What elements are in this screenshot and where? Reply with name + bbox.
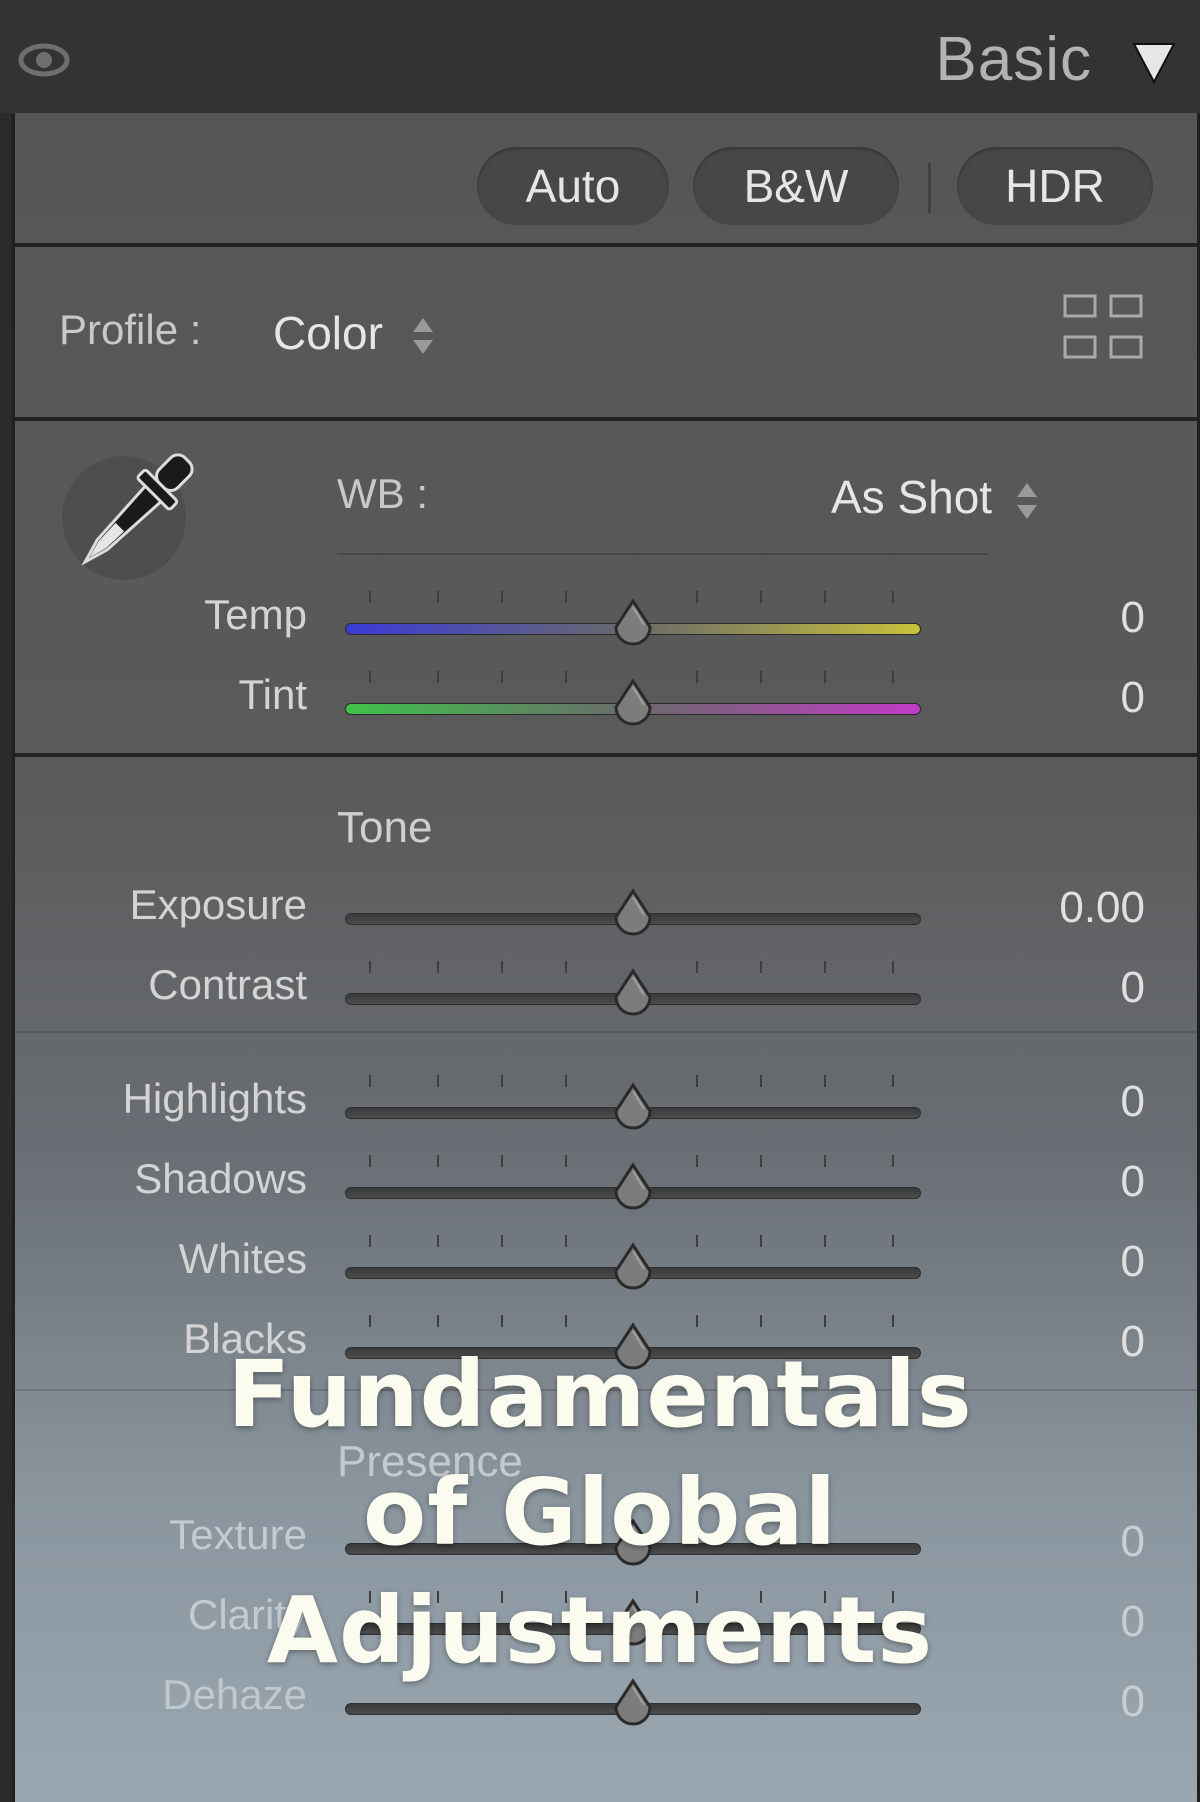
whites-slider[interactable] bbox=[345, 1231, 921, 1301]
tint-thumb[interactable] bbox=[610, 677, 656, 733]
whites-value[interactable]: 0 bbox=[945, 1237, 1145, 1287]
overlay-title: Fundamentals of Global Adjustments bbox=[0, 1336, 1200, 1690]
contrast-thumb[interactable] bbox=[610, 967, 656, 1023]
eyedropper-icon[interactable] bbox=[59, 438, 209, 588]
tint-value[interactable]: 0 bbox=[945, 673, 1145, 723]
wb-underline bbox=[337, 553, 987, 555]
contrast-value[interactable]: 0 bbox=[945, 963, 1145, 1013]
bw-button[interactable]: B&W bbox=[693, 147, 899, 225]
overlay-line-3: Adjustments bbox=[266, 1577, 934, 1684]
shadows-slider[interactable] bbox=[345, 1151, 921, 1221]
updown-stepper-icon[interactable] bbox=[1015, 481, 1039, 521]
section-divider bbox=[15, 753, 1197, 757]
panel-header[interactable]: Basic bbox=[0, 0, 1200, 113]
profile-label: Profile : bbox=[59, 306, 202, 353]
hdr-button[interactable]: HDR bbox=[957, 147, 1153, 225]
shadows-label: Shadows bbox=[134, 1155, 307, 1202]
overlay-line-1: Fundamentals bbox=[227, 1341, 973, 1448]
shadows-value[interactable]: 0 bbox=[945, 1157, 1145, 1207]
exposure-value[interactable]: 0.00 bbox=[945, 883, 1145, 933]
button-divider bbox=[928, 163, 931, 213]
tint-label: Tint bbox=[238, 671, 307, 718]
contrast-slider[interactable] bbox=[345, 957, 921, 1027]
whites-label: Whites bbox=[178, 1235, 307, 1282]
exposure-label: Exposure bbox=[129, 881, 307, 928]
subsection-divider bbox=[15, 1031, 1197, 1033]
temp-label: Temp bbox=[204, 591, 307, 638]
panel-title: Basic bbox=[935, 25, 1092, 94]
highlights-value[interactable]: 0 bbox=[945, 1077, 1145, 1127]
profile-value[interactable]: Color bbox=[273, 306, 383, 360]
eye-icon[interactable] bbox=[18, 38, 70, 82]
triangle-down-icon[interactable] bbox=[1132, 40, 1176, 86]
temp-value[interactable]: 0 bbox=[945, 593, 1145, 643]
overlay-line-2: of Global bbox=[363, 1459, 837, 1566]
section-divider bbox=[15, 417, 1197, 421]
whites-thumb[interactable] bbox=[610, 1241, 656, 1297]
exposure-slider[interactable] bbox=[345, 877, 921, 947]
contrast-label: Contrast bbox=[148, 961, 307, 1008]
auto-button[interactable]: Auto bbox=[477, 147, 669, 225]
tint-slider[interactable] bbox=[345, 667, 921, 737]
updown-stepper-icon[interactable] bbox=[411, 316, 435, 356]
wb-label: WB : bbox=[337, 470, 428, 517]
develop-panel: Basic Auto B&W HDR Profile : Color WB: … bbox=[0, 0, 1200, 1802]
exposure-thumb[interactable] bbox=[610, 887, 656, 943]
highlights-thumb[interactable] bbox=[610, 1081, 656, 1137]
grid-icon[interactable] bbox=[1063, 293, 1145, 363]
temp-thumb[interactable] bbox=[610, 597, 656, 653]
shadows-thumb[interactable] bbox=[610, 1161, 656, 1217]
section-divider bbox=[15, 243, 1197, 247]
temp-slider[interactable] bbox=[345, 587, 921, 657]
highlights-slider[interactable] bbox=[345, 1071, 921, 1141]
highlights-label: Highlights bbox=[122, 1075, 307, 1122]
wb-value[interactable]: As Shot bbox=[831, 470, 992, 524]
tone-heading: Tone bbox=[337, 803, 433, 852]
